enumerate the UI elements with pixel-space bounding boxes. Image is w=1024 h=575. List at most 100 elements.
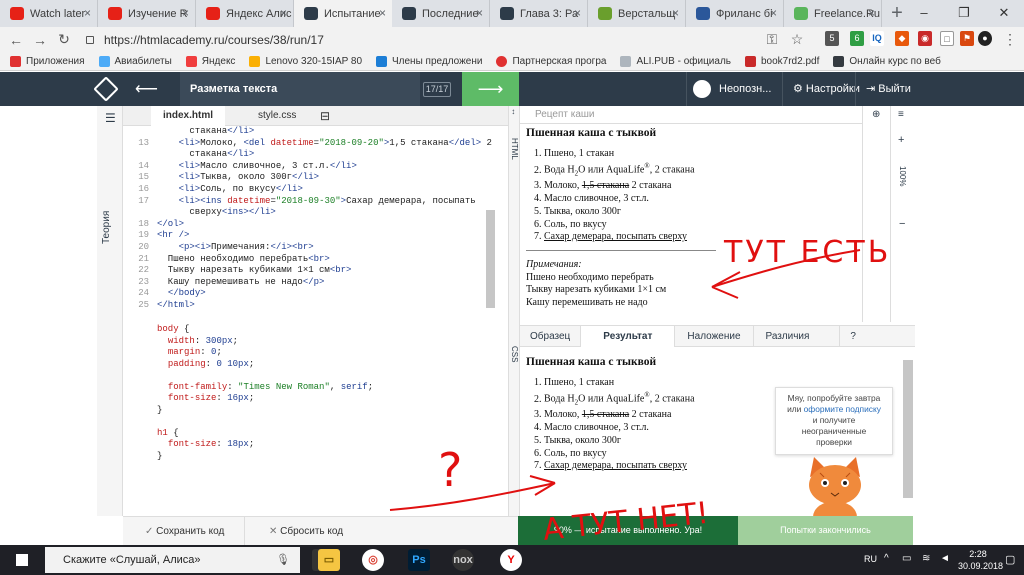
avatar[interactable]: ● <box>978 31 992 46</box>
extension-icon[interactable]: 5 <box>825 31 839 46</box>
chevron-up-icon[interactable]: ^ <box>884 553 889 564</box>
tab-sample[interactable]: Образец <box>520 326 582 347</box>
maximize-icon[interactable]: ❐ <box>944 0 984 27</box>
bookmark[interactable]: Lenovo 320-15IAP 80 <box>249 55 362 67</box>
back-icon[interactable]: ← <box>4 32 28 48</box>
split-icon[interactable]: ⊟ <box>320 106 330 126</box>
folder-icon[interactable]: ▭ <box>318 549 340 571</box>
bookmark[interactable]: Яндекс <box>185 55 235 67</box>
extension-icon[interactable]: ⚑ <box>960 31 974 46</box>
preview-header: Рецепт каши <box>520 106 890 124</box>
nox-icon[interactable]: nox <box>452 549 474 571</box>
tab-index-html[interactable]: index.html <box>151 106 226 126</box>
logout-button[interactable]: ⇥ Выйти <box>855 72 911 106</box>
forward-icon[interactable]: → <box>28 32 52 48</box>
close-icon[interactable]: × <box>280 6 287 20</box>
menu-icon[interactable]: ≡ <box>898 109 904 120</box>
reset-button[interactable]: ✕ Сбросить код <box>269 517 343 546</box>
close-icon[interactable]: × <box>770 6 777 20</box>
resize-icon[interactable]: ↔ <box>510 108 519 116</box>
minimize-icon[interactable]: – <box>904 0 944 27</box>
tab-result[interactable]: Результат <box>581 326 676 347</box>
volume-icon[interactable]: ◄ <box>940 553 950 564</box>
css-label[interactable]: CSS <box>510 346 519 362</box>
subscribe-link[interactable]: оформите подписку <box>804 404 881 414</box>
bookmark[interactable]: Онлайн курс по веб <box>833 55 941 67</box>
browser-tab[interactable]: Freelance.Ru × <box>784 0 882 27</box>
result-scrollbar[interactable] <box>903 360 913 498</box>
check-button[interactable]: Попытки закончились <box>738 516 913 545</box>
browser-tab[interactable]: Яндекс Алис × <box>196 0 294 27</box>
tab-diff[interactable]: Различия <box>754 326 841 347</box>
browser-tab[interactable]: Последние × <box>392 0 490 27</box>
browser-tab[interactable]: Watch later × <box>0 0 98 27</box>
key-icon[interactable]: ⚿ <box>760 31 784 48</box>
yandex-icon <box>185 55 197 67</box>
close-window-icon[interactable]: ✕ <box>984 0 1024 27</box>
yandex-browser-icon[interactable]: Y <box>500 549 522 571</box>
extension-icon[interactable]: IQ <box>870 31 884 46</box>
task-counter: 17/17 <box>423 82 451 97</box>
windows-start-icon[interactable] <box>16 554 28 566</box>
browser-tab-active[interactable]: Испытание × <box>294 0 392 27</box>
language-indicator[interactable]: RU <box>864 554 877 564</box>
user-menu[interactable]: Неопозн... <box>686 72 771 106</box>
apps-icon <box>10 55 21 67</box>
extension-icon[interactable]: ◉ <box>918 31 932 46</box>
menu-icon[interactable]: ☰ <box>105 111 116 125</box>
browser-tab[interactable]: Изучение R × <box>98 0 196 27</box>
bookmark[interactable]: ALI.PUB - официаль <box>620 55 731 67</box>
htmlacademy-logo-icon[interactable] <box>93 76 119 102</box>
browser-tab[interactable]: Глава 3: Ра × <box>490 0 588 27</box>
chrome-icon[interactable]: ◎ <box>362 549 384 571</box>
close-icon[interactable]: × <box>476 6 483 20</box>
reload-icon[interactable]: ↻ <box>52 31 76 48</box>
lesson-title[interactable]: Разметка текста <box>180 72 420 106</box>
extension-icon[interactable]: ◆ <box>895 31 909 46</box>
editor-tabs: index.html style.css ⊟ <box>123 106 508 126</box>
address-bar[interactable]: https://htmlacademy.ru/courses/38/run/17 <box>86 31 806 48</box>
star-icon[interactable]: ☆ <box>785 31 809 48</box>
search-input[interactable]: Скажите «Слушай, Алиса» <box>45 547 300 573</box>
bookmark[interactable]: Члены предложени <box>376 55 482 67</box>
system-clock[interactable]: 2:28 30.09.2018 <box>958 548 1003 572</box>
bookmark[interactable]: book7rd2.pdf <box>744 55 819 67</box>
browser-tab[interactable]: Верстальщ × <box>588 0 686 27</box>
theory-toggle[interactable]: Теория <box>101 211 112 244</box>
zoom-out-icon[interactable]: − <box>899 218 905 230</box>
zoom-in-icon[interactable]: + <box>898 134 904 146</box>
tab-style-css[interactable]: style.css <box>258 106 296 126</box>
page-icon <box>620 55 632 67</box>
settings-button[interactable]: ⚙ Настройки <box>782 72 860 106</box>
editor-scrollbar[interactable] <box>486 210 495 308</box>
wifi-icon[interactable]: ≋ <box>922 553 930 564</box>
microphone-icon[interactable]: 🎙 <box>276 553 290 566</box>
help-icon[interactable]: ? <box>840 326 866 347</box>
html-label[interactable]: HTML <box>510 138 519 160</box>
extension-icon[interactable]: 6 <box>850 31 864 46</box>
close-icon[interactable]: × <box>868 6 875 20</box>
menu-icon[interactable]: ⋮ <box>998 31 1022 48</box>
close-icon[interactable]: × <box>672 6 679 20</box>
list-item: Сахар демерара, посыпать сверху <box>544 231 856 244</box>
save-button[interactable]: ✓ Сохранить код <box>145 517 224 546</box>
extension-icon[interactable]: □ <box>940 31 954 46</box>
next-arrow-button[interactable]: ⟶ <box>462 72 519 106</box>
tab-overlay[interactable]: Наложение <box>675 326 754 347</box>
notifications-icon[interactable]: ▢ <box>1005 553 1015 566</box>
bookmark[interactable]: Партнерская програ <box>496 55 606 67</box>
close-icon[interactable]: × <box>379 6 386 20</box>
battery-icon[interactable]: ▭ <box>902 553 911 564</box>
close-icon[interactable]: × <box>182 6 189 20</box>
bookmark-apps[interactable]: Приложения <box>10 55 85 67</box>
photoshop-icon[interactable]: Ps <box>408 549 430 571</box>
previous-arrow-icon[interactable]: ⟵ <box>135 79 158 99</box>
close-icon[interactable]: × <box>84 6 91 20</box>
app-header: ⟵ Разметка текста 17/17 ⟶ Неопозн... ⚙ Н… <box>0 72 1024 106</box>
code-editor[interactable]: стакана</li> 13 <li>Молоко, <del datetim… <box>123 126 495 516</box>
url-text: https://htmlacademy.ru/courses/38/run/17 <box>104 32 324 47</box>
bookmark[interactable]: Авиабилеты <box>98 55 172 67</box>
target-icon[interactable]: ⊕ <box>872 109 880 120</box>
browser-tab[interactable]: Фриланс бі × <box>686 0 784 27</box>
close-icon[interactable]: × <box>574 6 581 20</box>
